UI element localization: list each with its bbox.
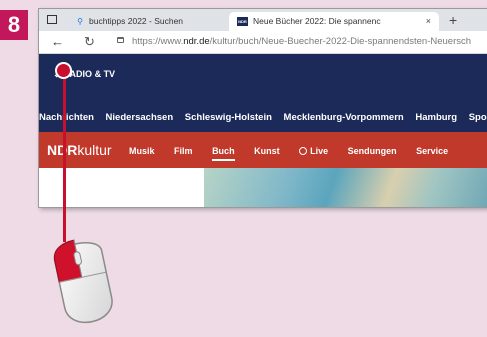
tab-ndr-label: Neue Bücher 2022: Die spannenc [253, 16, 381, 26]
ndr-favicon-icon: NDR [237, 17, 248, 27]
kultur-nav: Musik Film Buch Kunst Live Sendungen Ser… [129, 146, 465, 161]
back-arrow-icon[interactable]: ← [51, 33, 64, 51]
lock-icon[interactable] [117, 37, 124, 43]
nav-nachrichten[interactable]: Nachrichten [39, 112, 94, 123]
reload-icon[interactable]: ↻ [84, 33, 95, 51]
nav-mecklenburg-vorpommern[interactable]: Mecklenburg-Vorpommern [284, 112, 404, 123]
nav-hamburg[interactable]: Hamburg [415, 112, 457, 123]
tab-close-button[interactable]: × [426, 12, 431, 31]
browser-window: ⚲ buchtipps 2022 - Suchen × NDR Neue Büche… [38, 8, 487, 208]
nav-service[interactable]: Service [416, 146, 448, 156]
address-bar: ← ↻ https://www.ndr.de/kultur/buch/Neue-… [39, 31, 487, 54]
hero-area [39, 168, 487, 207]
ndr-kultur-logo[interactable]: NDRkultur [47, 141, 112, 159]
url-path: /kultur/buch/Neue-Buecher-2022-Die-spann… [209, 36, 472, 47]
tab-bar: ⚲ buchtipps 2022 - Suchen × NDR Neue Büche… [39, 9, 487, 31]
main-nav: Nachrichten Niedersachsen Schleswig-Hols… [39, 112, 487, 123]
window-menu-icon[interactable] [47, 15, 57, 24]
pointer-line [63, 70, 66, 242]
step-number-badge: 8 [0, 10, 28, 40]
tab-ndr[interactable]: NDR Neue Bücher 2022: Die spannenc × [229, 12, 439, 31]
nav-musik[interactable]: Musik [129, 146, 155, 156]
pointer-dot [57, 64, 70, 77]
nav-kunst[interactable]: Kunst [254, 146, 280, 156]
kultur-nav-bar: NDRkultur Musik Film Buch Kunst Live Sen… [39, 132, 487, 168]
url-field[interactable]: https://www.ndr.de/kultur/buch/Neue-Buec… [132, 35, 471, 49]
tab-search-label: buchtipps 2022 - Suchen [89, 16, 184, 26]
radio-tv-label: RADIO & TV [63, 69, 116, 79]
logo-sub: kultur [77, 142, 112, 158]
nav-buch[interactable]: Buch [212, 146, 235, 161]
nav-niedersachsen[interactable]: Niedersachsen [106, 112, 174, 123]
nav-sport[interactable]: Sport [469, 112, 487, 123]
new-tab-button[interactable]: + [449, 10, 457, 30]
mouse-left-click-icon [53, 239, 113, 324]
nav-film[interactable]: Film [174, 146, 193, 156]
nav-sendungen[interactable]: Sendungen [348, 146, 397, 156]
live-icon [299, 147, 308, 155]
nav-schleswig-holstein[interactable]: Schleswig-Holstein [185, 112, 272, 123]
nav-live-label: Live [310, 146, 329, 156]
url-prefix: https://www. [132, 36, 184, 47]
hero-image [204, 168, 487, 207]
ndr-header: ⌄ RADIO & TV Nachrichten Niedersachsen S… [39, 54, 487, 132]
url-domain: ndr.de [183, 36, 210, 47]
nav-live[interactable]: Live [299, 146, 328, 156]
search-icon: ⚲ [77, 17, 83, 26]
